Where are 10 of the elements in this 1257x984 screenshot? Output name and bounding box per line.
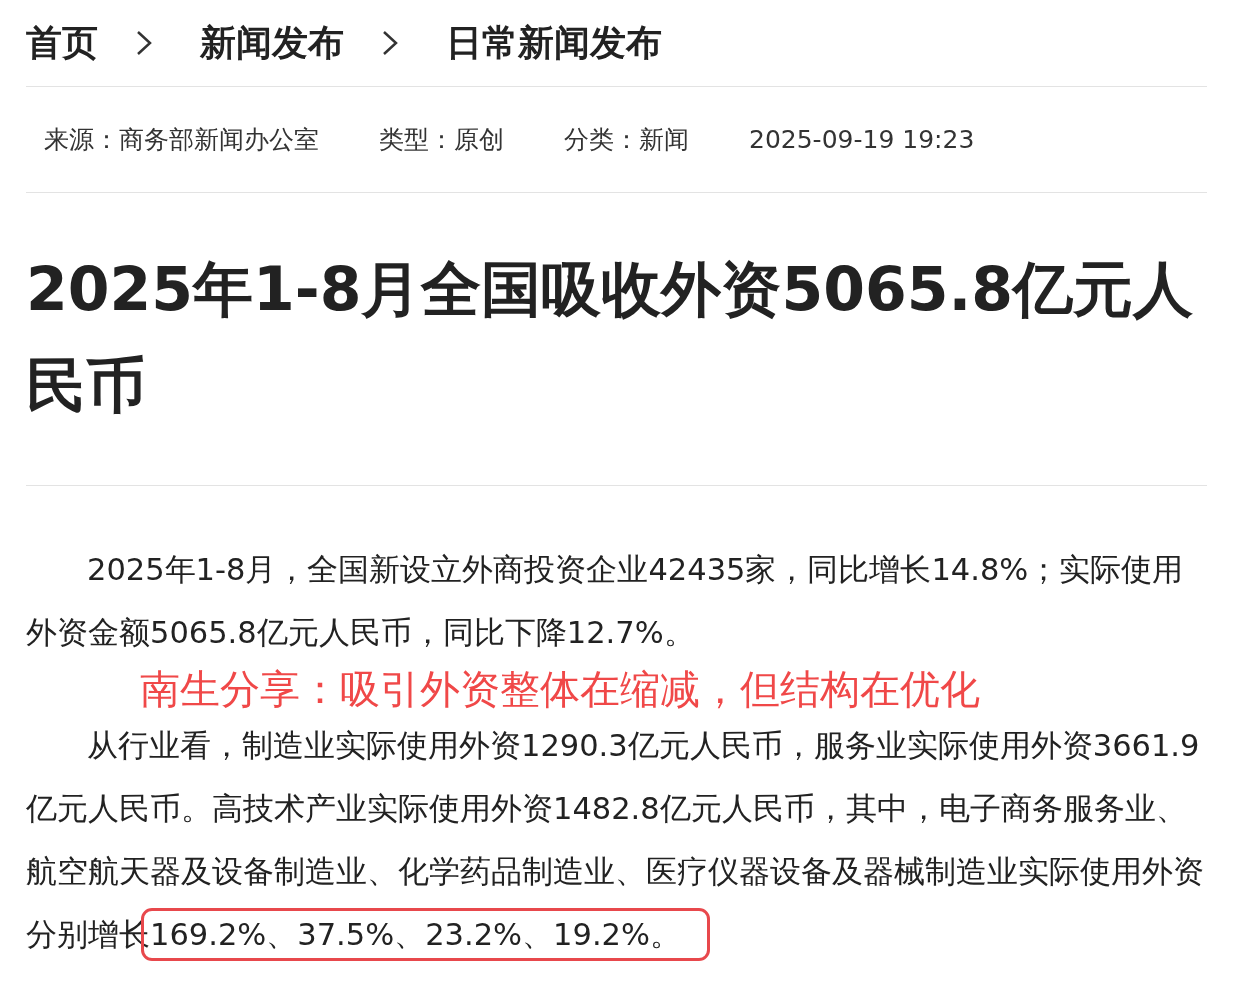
- meta-text: 分类：新闻: [564, 124, 689, 156]
- breadcrumb-link[interactable]: 首页: [26, 18, 98, 68]
- breadcrumb-link[interactable]: 新闻发布: [200, 18, 344, 68]
- meta-text: 类型：原创: [379, 124, 504, 156]
- annotation-text: 南生分享：吸引外资整体在缩减，但结构在优化: [139, 665, 981, 714]
- article-title: 2025年1-8月全国吸收外资5065.8亿元人民币: [26, 193, 1207, 486]
- breadcrumb-link[interactable]: 日常新闻发布: [446, 18, 662, 68]
- meta-text: 来源：商务部新闻办公室: [44, 124, 319, 156]
- article-paragraph: 2025年1-8月，全国新设立外商投资企业42435家，同比增长14.8%；实际使用外资金额5065.8亿元人民币，同比下降12.7%。: [26, 551, 1185, 652]
- meta-text: 2025-09-19 19:23: [749, 125, 975, 154]
